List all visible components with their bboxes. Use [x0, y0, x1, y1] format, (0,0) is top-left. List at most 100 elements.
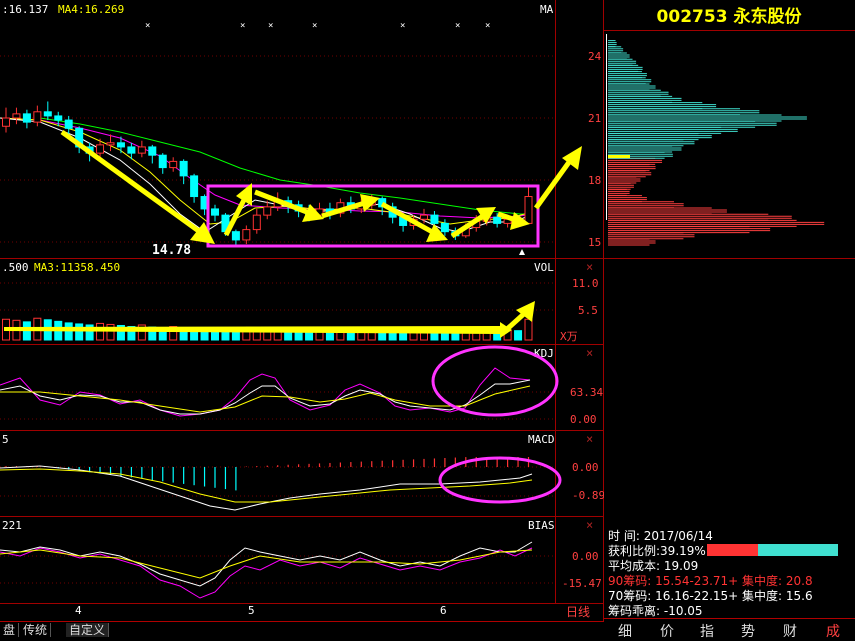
vol-panel-tag: VOL — [534, 261, 554, 274]
candle-body — [493, 216, 502, 224]
candle-body — [179, 160, 188, 177]
chip-bias-row: 筹码乖离: -10.05 — [608, 604, 703, 618]
bias-legend: 221 — [2, 519, 22, 532]
candle-body — [64, 119, 73, 129]
bias-close-icon[interactable]: × — [586, 518, 593, 532]
vol-legend-b: MA3:11358.450 — [34, 261, 120, 274]
candle-body — [211, 208, 219, 216]
stock-title: 002753 永东股份 — [657, 6, 803, 27]
bottom-tab-bar: 盘 传统 自定义 — [0, 621, 604, 638]
tab-custom[interactable]: 自定义 — [66, 623, 110, 637]
candle-body — [96, 144, 105, 154]
bias-line-yellow — [0, 549, 533, 579]
profit-ratio-fill — [707, 544, 759, 556]
candle-body — [263, 206, 272, 216]
tab-panel[interactable]: 盘 — [0, 623, 20, 637]
current-marker — [519, 249, 525, 255]
candle-body — [231, 231, 240, 241]
side-tab-bar: 细 价 指 势 财 成 — [604, 618, 855, 641]
kdj-axis-63: 63.34 — [570, 386, 603, 399]
candle-body — [430, 214, 439, 224]
candle-body — [169, 160, 178, 169]
price-legend-a: :16.137 — [2, 3, 48, 16]
candle-body — [242, 229, 251, 241]
macd-axis-neg: -0.89 — [572, 489, 604, 502]
macd-close-icon[interactable]: × — [586, 432, 593, 446]
main-chart[interactable]: :16.137 MA4:16.269 MA × × × × × × × 24 21 18… — [0, 0, 604, 637]
vol-unit: X万 — [560, 330, 578, 343]
volume-bar — [514, 330, 523, 341]
candle-body — [106, 142, 115, 146]
price-axis-21: 21 — [588, 112, 601, 125]
svg-text:×: × — [455, 21, 460, 31]
svg-text:×: × — [312, 21, 317, 31]
macd-histogram — [5, 457, 530, 491]
profit-ratio-bar — [707, 544, 838, 556]
kdj-k-line — [0, 379, 531, 415]
candle-body — [33, 111, 42, 123]
svg-text:×: × — [400, 21, 405, 31]
candle-body — [43, 111, 52, 117]
candle-body — [190, 175, 199, 198]
svg-text:×: × — [268, 21, 273, 31]
candlesticks — [2, 101, 533, 247]
period-label[interactable]: 日线 — [566, 605, 590, 619]
volume-bar — [96, 322, 105, 341]
kdj-highlight-ellipse — [431, 345, 559, 417]
price-panel-tag: MA — [540, 3, 554, 16]
bias-axis-neg: -15.47 — [562, 577, 602, 590]
kdj-axis-0: 0.00 — [570, 413, 597, 426]
vol-axis-11: 11.0 — [572, 277, 599, 290]
tab-traditional[interactable]: 传统 — [20, 623, 52, 637]
volume-bar — [524, 318, 533, 341]
vol-close-icon[interactable]: × — [586, 260, 593, 274]
x-label-5: 5 — [248, 604, 255, 617]
svg-text:×: × — [145, 21, 150, 31]
candle-body — [116, 142, 125, 148]
avg-cost-marker — [608, 155, 630, 158]
candle-body — [12, 113, 21, 119]
side-tab-finance[interactable]: 财 — [783, 621, 797, 641]
bias-axis-0: 0.00 — [572, 550, 599, 563]
macd-dea-line — [0, 468, 533, 503]
svg-text:×: × — [485, 21, 490, 31]
candle-body — [440, 222, 449, 233]
candle-body — [158, 154, 167, 169]
price-legend-b: MA4:16.269 — [58, 3, 124, 16]
candle-body — [22, 113, 31, 123]
macd-dif-line — [0, 465, 533, 511]
chip-bars — [608, 40, 825, 246]
svg-text:×: × — [240, 21, 245, 31]
candle-body — [524, 196, 533, 224]
x-label-4: 4 — [75, 604, 82, 617]
bias-panel-tag: BIAS — [528, 519, 555, 532]
ma-line-green — [39, 117, 532, 215]
volume-bar — [75, 323, 84, 341]
kdj-d-line — [0, 385, 531, 413]
volume-bar — [64, 322, 73, 341]
x-label-6: 6 — [440, 604, 447, 617]
candle-body — [148, 146, 157, 156]
candle-body — [420, 214, 428, 220]
volume-arrows — [4, 301, 535, 338]
side-tab-index[interactable]: 指 — [700, 621, 714, 641]
price-axis-24: 24 — [588, 50, 602, 63]
price-axis-15: 15 — [588, 236, 601, 249]
event-markers: × × × × × × × — [145, 21, 490, 31]
candle-body — [54, 115, 63, 121]
side-tab-chips[interactable]: 成 — [826, 621, 840, 641]
kdj-panel-tag: KDJ — [534, 347, 554, 360]
side-tab-trend[interactable]: 势 — [741, 621, 755, 641]
side-tab-price[interactable]: 价 — [660, 621, 674, 641]
macd-axis-0: 0.00 — [572, 461, 599, 474]
candle-body — [127, 146, 136, 154]
kdj-close-icon[interactable]: × — [586, 346, 593, 360]
low-price-label: 14.78 — [152, 243, 191, 258]
vol-axis-5-5: 5.5 — [578, 304, 598, 317]
macd-legend: 5 — [2, 433, 9, 446]
side-tab-detail[interactable]: 细 — [618, 621, 632, 641]
macd-panel-tag: MACD — [528, 433, 555, 446]
candle-body — [2, 117, 10, 127]
candle-body — [137, 146, 146, 154]
candle-body — [252, 214, 261, 231]
